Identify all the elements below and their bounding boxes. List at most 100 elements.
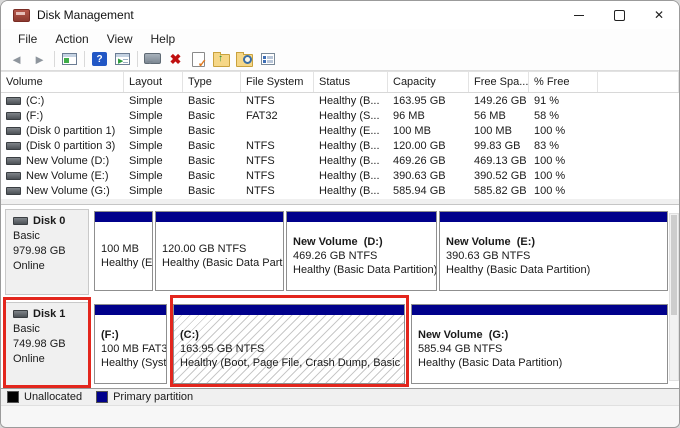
properties-icon[interactable] — [256, 49, 279, 69]
volume-cell: Healthy (S... — [314, 108, 388, 123]
volume-cell: NTFS — [241, 168, 314, 183]
volume-row[interactable]: New Volume (D:)SimpleBasicNTFSHealthy (B… — [1, 153, 679, 168]
column-header-layout[interactable]: Layout — [124, 72, 183, 92]
partition-title: (C:) — [174, 328, 404, 342]
partition-color-strip — [174, 305, 404, 315]
window-controls: ✕ — [559, 1, 679, 29]
column-header-status[interactable]: Status — [314, 72, 388, 92]
drive-icon — [6, 97, 21, 105]
volume-cell: New Volume (E:) — [1, 168, 124, 183]
partition-size: 100 MB FAT32 — [95, 342, 166, 356]
column-header-free-spa-[interactable]: Free Spa... — [469, 72, 529, 92]
volume-row[interactable]: New Volume (E:)SimpleBasicNTFSHealthy (B… — [1, 168, 679, 183]
partition-block[interactable]: New Volume (D:)469.26 GB NTFSHealthy (Ba… — [286, 211, 437, 291]
partition-color-strip — [412, 305, 667, 315]
menu-item-file[interactable]: File — [9, 30, 46, 48]
help-icon[interactable]: ? — [88, 49, 111, 69]
column-header-file-system[interactable]: File System — [241, 72, 314, 92]
partition-status: Healthy (Boot, Page File, Crash Dump, Ba… — [174, 356, 404, 370]
screen-tip-icon[interactable] — [141, 49, 164, 69]
volume-row[interactable]: (Disk 0 partition 3)SimpleBasicNTFSHealt… — [1, 138, 679, 153]
partition-color-strip — [287, 212, 436, 222]
volume-cell: Healthy (B... — [314, 183, 388, 198]
volume-cell: 120.00 GB — [388, 138, 469, 153]
find-folder-icon[interactable] — [233, 49, 256, 69]
forward-icon[interactable]: ► — [28, 49, 51, 69]
maximize-button[interactable] — [599, 1, 639, 29]
menu-item-help[interactable]: Help — [142, 30, 185, 48]
legend-swatch — [96, 391, 108, 403]
delete-icon[interactable]: ✖ — [164, 49, 187, 69]
toolbar: ◄ ► ? ▶ ✖ ↑ — [1, 48, 679, 71]
volume-cell: (F:) — [1, 108, 124, 123]
close-button[interactable]: ✕ — [639, 1, 679, 29]
legend-swatch — [7, 391, 19, 403]
volume-cell: 390.52 GB — [469, 168, 529, 183]
partition-size: 469.26 GB NTFS — [287, 249, 436, 263]
disk-kind: Basic — [13, 322, 88, 337]
drive-icon — [6, 187, 21, 195]
volume-cell: 390.63 GB — [388, 168, 469, 183]
partition-block[interactable]: 100 MBHealthy (E — [94, 211, 153, 291]
volume-cell: 100 % — [529, 123, 598, 138]
volume-cell: Healthy (B... — [314, 93, 388, 108]
partition-block-selected[interactable]: (C:)163.95 GB NTFSHealthy (Boot, Page Fi… — [173, 304, 405, 384]
volume-cell: Healthy (B... — [314, 153, 388, 168]
partition-block[interactable]: 120.00 GB NTFSHealthy (Basic Data Partit… — [155, 211, 284, 291]
volume-row[interactable]: New Volume (G:)SimpleBasicNTFSHealthy (B… — [1, 183, 679, 198]
volume-row[interactable]: (C:)SimpleBasicNTFSHealthy (B...163.95 G… — [1, 93, 679, 108]
drive-icon — [6, 142, 21, 150]
disk-row-disk0: Disk 0Basic979.98 GBOnline100 MBHealthy … — [5, 209, 667, 295]
partition-area: 100 MBHealthy (E120.00 GB NTFSHealthy (B… — [91, 209, 667, 295]
partition-block[interactable]: (F:)100 MB FAT32Healthy (System — [94, 304, 167, 384]
volume-cell: Simple — [124, 93, 183, 108]
volume-cell: Simple — [124, 123, 183, 138]
disk-size: 979.98 GB — [13, 244, 88, 259]
toolbar-separator — [54, 51, 55, 67]
volume-cell: 100 MB — [388, 123, 469, 138]
partition-size: 390.63 GB NTFS — [440, 249, 667, 263]
volume-cell — [598, 108, 679, 123]
menu-item-view[interactable]: View — [98, 30, 142, 48]
volume-cell: Basic — [183, 138, 241, 153]
disk-kind: Basic — [13, 229, 88, 244]
volume-cell: 96 MB — [388, 108, 469, 123]
partition-body: New Volume (G:)585.94 GB NTFSHealthy (Ba… — [412, 315, 667, 383]
partition-color-strip — [95, 212, 152, 222]
partition-block[interactable]: New Volume (E:)390.63 GB NTFSHealthy (Ba… — [439, 211, 668, 291]
partition-size: 163.95 GB NTFS — [174, 342, 404, 356]
column-header-capacity[interactable]: Capacity — [388, 72, 469, 92]
volume-cell: Simple — [124, 168, 183, 183]
column-header--free[interactable]: % Free — [529, 72, 598, 92]
volume-row[interactable]: (Disk 0 partition 1)SimpleBasicHealthy (… — [1, 123, 679, 138]
menu-item-action[interactable]: Action — [46, 30, 97, 48]
volume-cell: Healthy (B... — [314, 168, 388, 183]
disk-label-disk0[interactable]: Disk 0Basic979.98 GBOnline — [5, 209, 89, 295]
column-header-volume[interactable]: Volume — [1, 72, 124, 92]
window-title: Disk Management — [37, 8, 134, 22]
volume-cell: Simple — [124, 153, 183, 168]
disk-status: Online — [13, 259, 88, 274]
show-console-tree-icon[interactable] — [58, 49, 81, 69]
partition-body: New Volume (D:)469.26 GB NTFSHealthy (Ba… — [287, 222, 436, 290]
volume-row[interactable]: (F:)SimpleBasicFAT32Healthy (S...96 MB56… — [1, 108, 679, 123]
volume-cell: NTFS — [241, 138, 314, 153]
partition-block[interactable]: New Volume (G:)585.94 GB NTFSHealthy (Ba… — [411, 304, 668, 384]
disk-status: Online — [13, 352, 88, 367]
partition-status: Healthy (E — [95, 256, 152, 270]
partition-body: (C:)163.95 GB NTFSHealthy (Boot, Page Fi… — [174, 315, 404, 383]
open-folder-icon[interactable]: ↑ — [210, 49, 233, 69]
volume-cell: Basic — [183, 153, 241, 168]
column-header-type[interactable]: Type — [183, 72, 241, 92]
validate-document-icon[interactable] — [187, 49, 210, 69]
volume-cell: 163.95 GB — [388, 93, 469, 108]
status-bar — [1, 405, 680, 428]
show-action-pane-icon[interactable]: ▶ — [111, 49, 134, 69]
minimize-button[interactable] — [559, 1, 599, 29]
disk-label-disk1[interactable]: Disk 1Basic749.98 GBOnline — [5, 302, 89, 388]
partition-title: New Volume (G:) — [412, 328, 667, 342]
partition-size: 585.94 GB NTFS — [412, 342, 667, 356]
back-icon[interactable]: ◄ — [5, 49, 28, 69]
scrollbar-thumb[interactable] — [671, 215, 677, 315]
vertical-scrollbar[interactable] — [669, 213, 679, 381]
